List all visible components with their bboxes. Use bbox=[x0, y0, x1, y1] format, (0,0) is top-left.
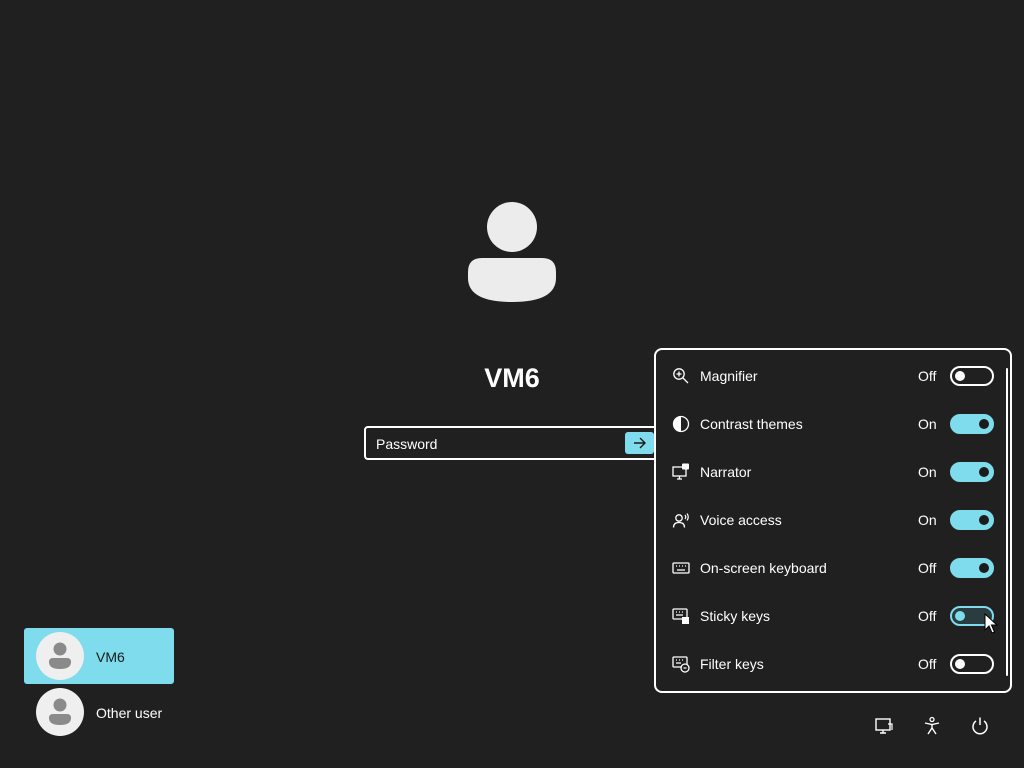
magnifier-state: Off bbox=[918, 368, 937, 384]
voice-access-icon bbox=[672, 513, 689, 528]
voice-access-row[interactable]: Voice access On bbox=[656, 497, 996, 545]
accessibility-icon bbox=[924, 716, 940, 735]
sticky-keys-state: Off bbox=[918, 608, 937, 624]
power-icon bbox=[972, 717, 988, 735]
sticky-keys-row[interactable]: Sticky keys Off bbox=[656, 593, 996, 641]
user-avatar-icon bbox=[49, 698, 71, 725]
panel-scrollbar[interactable] bbox=[1006, 368, 1008, 676]
user-name: VM6 bbox=[484, 363, 540, 393]
sticky-keys-label: Sticky keys bbox=[700, 608, 771, 624]
contrast-themes-row[interactable]: Contrast themes On bbox=[656, 401, 996, 449]
user-entry-vm6[interactable]: VM6 bbox=[24, 628, 174, 684]
filter-keys-icon bbox=[672, 656, 690, 673]
user-entry-other-user[interactable]: Other user bbox=[24, 684, 174, 740]
narrator-state: On bbox=[918, 464, 937, 480]
avatar bbox=[36, 632, 84, 680]
narrator-icon bbox=[672, 463, 689, 480]
narrator-row[interactable]: Narrator On bbox=[656, 449, 996, 497]
contrast-themes-label: Contrast themes bbox=[700, 416, 803, 432]
accessibility-panel: Magnifier Off Contrast themes On Narrato… bbox=[654, 348, 1012, 693]
contrast-themes-toggle[interactable] bbox=[950, 414, 994, 434]
magnifier-icon bbox=[673, 368, 689, 384]
contrast-themes-state: On bbox=[918, 416, 937, 432]
network-button[interactable] bbox=[872, 714, 896, 738]
on-screen-keyboard-toggle[interactable] bbox=[950, 558, 994, 578]
narrator-label: Narrator bbox=[700, 464, 752, 480]
submit-button[interactable] bbox=[625, 432, 654, 454]
on-screen-keyboard-state: Off bbox=[918, 560, 937, 576]
password-input[interactable] bbox=[374, 431, 618, 457]
mouse-cursor-icon bbox=[984, 613, 998, 634]
accessibility-button[interactable] bbox=[920, 714, 944, 738]
on-screen-keyboard-row[interactable]: On-screen keyboard Off bbox=[656, 545, 996, 593]
user-avatar-icon bbox=[468, 202, 556, 302]
magnifier-label: Magnifier bbox=[700, 368, 758, 384]
user-avatar-icon bbox=[49, 642, 71, 669]
voice-access-state: On bbox=[918, 512, 937, 528]
user-entry-label: VM6 bbox=[96, 649, 125, 665]
filter-keys-label: Filter keys bbox=[700, 656, 764, 672]
user-entry-label: Other user bbox=[96, 705, 163, 721]
lock-screen: VM6 Magnifier Off Contrast themes On Nar… bbox=[0, 0, 1024, 768]
password-field-container bbox=[364, 426, 658, 460]
filter-keys-toggle[interactable] bbox=[950, 654, 994, 674]
power-button[interactable] bbox=[968, 714, 992, 738]
narrator-toggle[interactable] bbox=[950, 462, 994, 482]
arrow-right-icon bbox=[633, 437, 646, 449]
voice-access-label: Voice access bbox=[700, 512, 782, 528]
on-screen-keyboard-label: On-screen keyboard bbox=[700, 560, 827, 576]
sticky-keys-icon bbox=[672, 608, 689, 624]
keyboard-icon bbox=[672, 562, 690, 574]
filter-keys-state: Off bbox=[918, 656, 937, 672]
magnifier-toggle[interactable] bbox=[950, 366, 994, 386]
magnifier-row[interactable]: Magnifier Off bbox=[656, 353, 996, 401]
contrast-icon bbox=[672, 415, 690, 433]
filter-keys-row[interactable]: Filter keys Off bbox=[656, 641, 996, 689]
voice-access-toggle[interactable] bbox=[950, 510, 994, 530]
network-icon bbox=[875, 718, 893, 734]
avatar bbox=[36, 688, 84, 736]
